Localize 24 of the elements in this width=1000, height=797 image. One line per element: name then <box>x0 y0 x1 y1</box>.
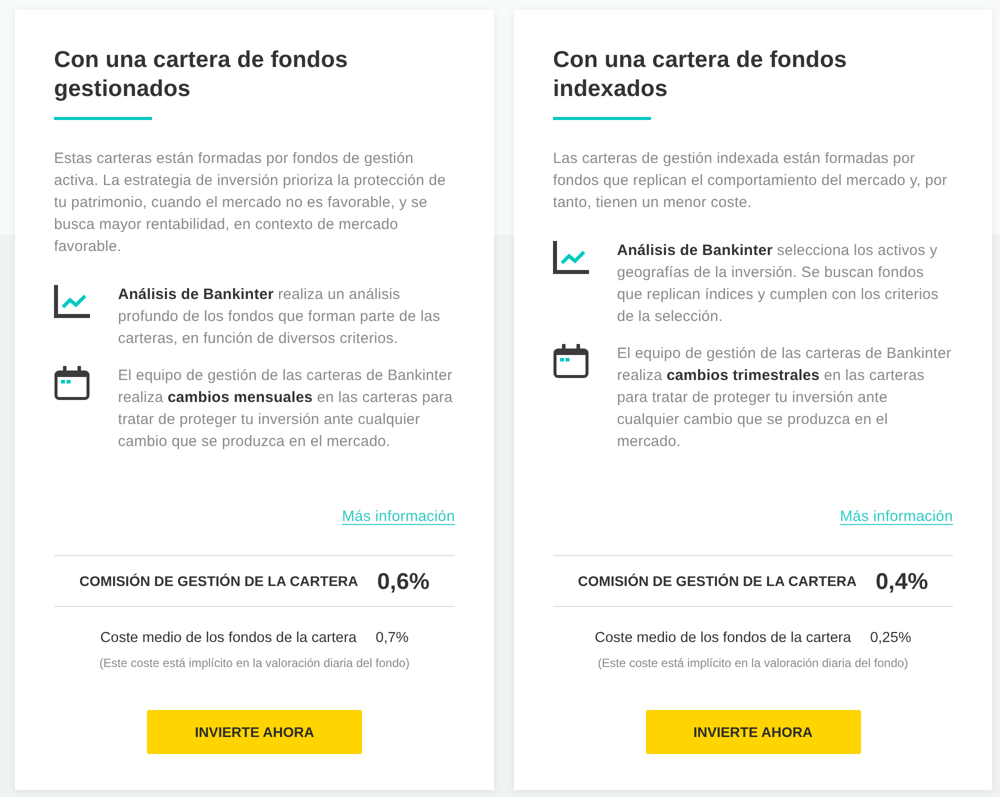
cost-value: 0,7% <box>376 629 409 648</box>
card-description: Las carteras de gestión indexada están formadas por fondos que replican el comportamiento del mercado y, por tanto, tienen un menor coste. <box>553 149 948 213</box>
feature-text: Análisis de Bankinter selecciona los activos y geografías de la inversión. Se buscan fondos que replican índices y cumplen con los criterios de la selección. <box>617 241 940 327</box>
fee-value: 0,4% <box>876 568 928 594</box>
calendar-icon <box>553 344 589 378</box>
line-chart-icon <box>553 241 589 274</box>
feature-text: El equipo de gestión de las carteras de Bankinter realiza cambios trimestrales en las carteras para tratar de proteger tu inversión ante cualquier cambio que se produzca en el mercado. <box>617 344 952 452</box>
feature-text: Análisis de Bankinter realiza un análisis profundo de los fondos que forman parte de las carteras, en función de diversos criterios. <box>118 285 442 349</box>
fee-label: COMISIÓN DE GESTIÓN DE LA CARTERA <box>79 573 358 589</box>
card-description: Estas carteras están formadas por fondos de gestión activa. La estrategia de inversión prioriza la protección de tu patrimonio, cuando el mercado no es favorable, y se busca mayor rentabilidad, en contexto de mercado favorable. <box>54 149 447 257</box>
calendar-icon <box>54 366 90 400</box>
line-chart-icon <box>54 285 90 318</box>
cost-label: Coste medio de los fondos de la cartera <box>594 629 852 648</box>
feature-text: El equipo de gestión de las carteras de Bankinter realiza cambios mensuales en las carteras para tratar de proteger tu inversión ante cualquier cambio que se produzca en el mercado. <box>118 366 454 452</box>
cost-note: (Este coste está implícito en la valoración diaria del fondo) <box>596 655 910 671</box>
invest-button[interactable]: INVIERTE AHORA <box>147 710 362 754</box>
cost-value: 0,25% <box>870 629 912 648</box>
fee-label: COMISIÓN DE GESTIÓN DE LA CARTERA <box>578 573 857 589</box>
cost-note: (Este coste está implícito en la valoración diaria del fondo) <box>98 655 411 671</box>
invest-button[interactable]: INVIERTE AHORA <box>646 710 860 754</box>
fee-value: 0,6% <box>377 568 430 594</box>
cost-label: Coste medio de los fondos de la cartera <box>100 629 357 648</box>
card-title: Con una cartera de fondos gestionados <box>54 45 349 103</box>
card-title: Con una cartera de fondos indexados <box>553 45 848 103</box>
